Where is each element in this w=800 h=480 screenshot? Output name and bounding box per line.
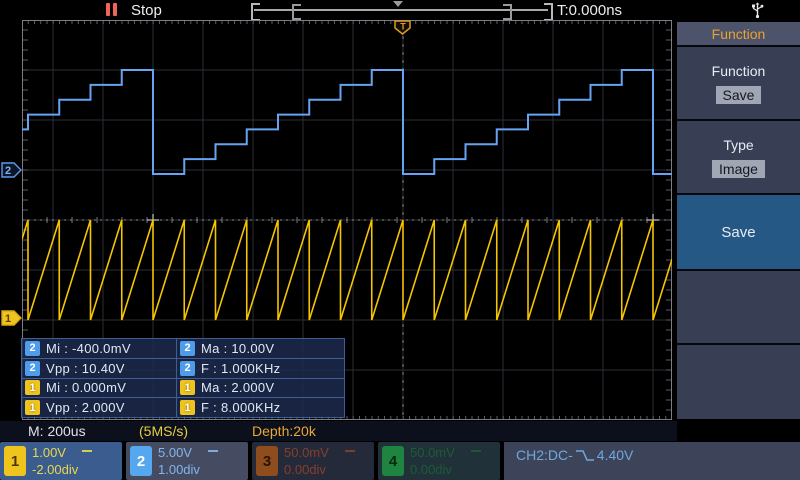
dc-coupling-icon: [207, 450, 218, 457]
channel-3-scale: 50.0mV: [284, 445, 329, 460]
run-state-label: Stop: [131, 2, 162, 19]
ch2-badge: 2: [25, 340, 40, 356]
measure-ch2-max: 2 Ma : 10.00V: [176, 338, 345, 359]
channel-1-badge: 1: [4, 446, 26, 476]
usb-icon: [752, 2, 764, 19]
oscilloscope-screen: Stop T:0.000ns T 2 1 2 Mi : -400.0mV 2 Ma …: [0, 0, 800, 480]
channel-4-box[interactable]: 4 50.0mV 0.00div: [378, 442, 500, 480]
ch2-badge: 2: [180, 340, 195, 356]
channel-2-scale: 5.00V: [158, 445, 192, 460]
ch1-badge: 1: [25, 380, 40, 396]
channel-3-box[interactable]: 3 50.0mV 0.00div: [252, 442, 374, 480]
trigger-source-coupling: CH2:DC-: [516, 447, 573, 463]
window-end-bracket: [503, 4, 512, 20]
dc-coupling-icon: [344, 450, 355, 457]
horizontal-position-indicator: [251, 1, 553, 21]
channel-4-badge: 4: [382, 446, 404, 476]
measurement-panel: 2 Mi : -400.0mV 2 Ma : 10.00V 2 Vpp : 10.40…: [21, 338, 345, 418]
channel-1-position: -2.00div: [32, 462, 79, 477]
channel-1-box[interactable]: 1 1.00V -2.00div: [0, 442, 122, 480]
ch1-position-marker[interactable]: 1: [1, 310, 23, 326]
measure-ch1-vpp: 1 Vpp : 2.000V: [21, 397, 177, 418]
save-button[interactable]: Save: [677, 193, 800, 269]
record-start-bracket: [251, 3, 260, 21]
sample-rate-readout: (5MS/s): [139, 423, 188, 439]
pause-icon: [106, 3, 117, 16]
channel-1-scale: 1.00V: [32, 445, 66, 460]
svg-text:2: 2: [5, 165, 11, 177]
menu-title: Function: [677, 22, 800, 45]
channel-2-badge: 2: [130, 446, 152, 476]
menu-value-function: Save: [715, 85, 762, 104]
record-end-bracket: [544, 3, 553, 21]
ch1-badge: 1: [180, 380, 195, 396]
ch1-badge: 1: [25, 400, 40, 416]
channel-3-badge: 3: [256, 446, 278, 476]
svg-text:T: T: [400, 22, 406, 32]
channel-3-position: 0.00div: [284, 462, 326, 477]
ch2-position-marker[interactable]: 2: [1, 162, 23, 178]
trigger-marker[interactable]: T: [394, 20, 412, 35]
measure-ch2-vpp: 2 Vpp : 10.40V: [21, 357, 177, 379]
svg-text:1: 1: [5, 313, 11, 325]
ch2-badge: 2: [180, 360, 195, 376]
trigger-level: 4.40V: [596, 447, 634, 463]
dc-coupling-icon: [470, 450, 481, 457]
measure-ch2-min: 2 Mi : -400.0mV: [21, 338, 177, 359]
falling-edge-icon: [575, 449, 594, 461]
menu-item-type[interactable]: Type Image: [677, 119, 800, 193]
memory-depth-readout: Depth:20k: [252, 423, 316, 439]
menu-value-type: Image: [712, 159, 765, 178]
menu-item-function[interactable]: Function Save: [677, 45, 800, 119]
trigger-info-box[interactable]: CH2:DC- 4.40V: [504, 442, 800, 480]
status-bar: M: 200us (5MS/s) Depth:20k: [0, 421, 677, 441]
menu-item-empty-2: [677, 343, 800, 419]
window-start-bracket: [292, 4, 301, 20]
dc-coupling-icon: [81, 450, 92, 457]
sidebar-menu: Function Function Save Type Image Save: [677, 22, 800, 419]
measure-ch1-freq: 1F : 8.000KHz: [176, 397, 345, 418]
channel-2-box[interactable]: 2 5.00V 1.00div: [126, 442, 248, 480]
measure-ch1-max: 1 Ma : 2.000V: [176, 377, 345, 399]
channel-4-scale: 50.0mV: [410, 445, 455, 460]
measure-ch1-min: 1 Mi : 0.000mV: [21, 377, 177, 399]
trigger-position-pointer-icon[interactable]: [393, 1, 403, 7]
ch1-badge: 1: [180, 400, 195, 416]
channel-2-position: 1.00div: [158, 462, 200, 477]
trigger-time-readout: T:0.000ns: [557, 2, 623, 19]
menu-item-empty-1: [677, 269, 800, 343]
channel-4-position: 0.00div: [410, 462, 452, 477]
timebase-readout: M: 200us: [28, 423, 86, 439]
ch2-badge: 2: [25, 360, 40, 376]
measure-ch2-freq: 2F : 1.000KHz: [176, 357, 345, 379]
waveform-ch2: [22, 69, 672, 175]
